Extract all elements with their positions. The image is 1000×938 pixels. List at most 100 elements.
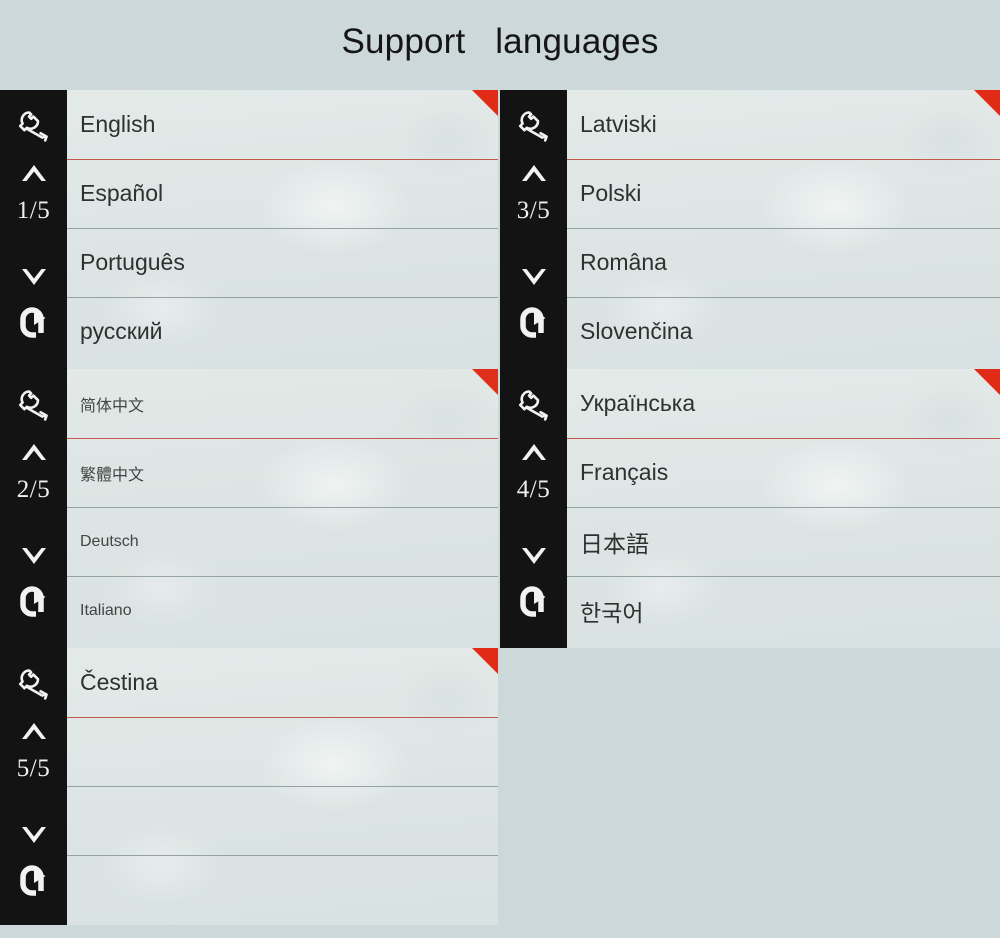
language-row[interactable]: русский: [67, 297, 498, 366]
language-row[interactable]: [67, 786, 498, 855]
chevron-up-icon[interactable]: [0, 714, 67, 748]
page-indicator: 3/5: [516, 197, 551, 224]
row-separator: [67, 786, 498, 787]
language-row[interactable]: Slovenčina: [567, 297, 1000, 366]
language-label: 简体中文: [80, 397, 145, 415]
language-label: Slovenčina: [580, 318, 693, 344]
row-separator: [567, 297, 1000, 298]
corner-flag-icon: [472, 90, 498, 116]
chevron-up-icon[interactable]: [0, 156, 67, 190]
row-separator: [567, 507, 1000, 508]
panel-sidebar: 2/5: [0, 369, 67, 648]
language-label: Polski: [580, 180, 642, 206]
language-row[interactable]: 日本語: [567, 507, 1000, 576]
wrench-icon[interactable]: [0, 100, 67, 152]
corner-flag-icon: [472, 648, 498, 674]
language-label: Français: [580, 459, 669, 485]
corner-flag-icon: [974, 90, 1000, 116]
chevron-up-icon[interactable]: [500, 435, 567, 469]
language-list: Čestina: [67, 648, 498, 925]
chevron-up-icon[interactable]: [0, 435, 67, 469]
active-row-separator: [567, 159, 1000, 160]
return-arrow-icon[interactable]: [500, 298, 567, 348]
panel-sidebar: 3/5: [500, 90, 567, 369]
language-panel-4: 4/5 Українська Français 日本語 한국어: [500, 369, 1000, 648]
language-row[interactable]: Čestina: [67, 648, 498, 717]
page-indicator: 4/5: [516, 476, 551, 503]
return-arrow-icon[interactable]: [0, 298, 67, 348]
language-label: русский: [80, 318, 163, 344]
language-label: English: [80, 111, 156, 137]
active-row-separator: [67, 159, 498, 160]
wrench-icon[interactable]: [0, 379, 67, 431]
row-separator: [67, 855, 498, 856]
panel-sidebar: 1/5: [0, 90, 67, 369]
row-separator: [67, 576, 498, 577]
row-separator: [67, 228, 498, 229]
language-label: Čestina: [80, 669, 158, 695]
language-row[interactable]: Italiano: [67, 576, 498, 645]
wrench-icon[interactable]: [500, 379, 567, 431]
panel-body: Latviski Polski Româna Slovenčina: [567, 90, 1000, 369]
language-label: Português: [80, 249, 185, 275]
panel-sidebar: 4/5: [500, 369, 567, 648]
panel-body: English Español Português русский: [67, 90, 498, 369]
language-row[interactable]: Latviski: [567, 90, 1000, 159]
row-separator: [567, 576, 1000, 577]
wrench-icon[interactable]: [500, 100, 567, 152]
language-label: Deutsch: [80, 532, 139, 550]
page-indicator: 2/5: [16, 476, 51, 503]
language-row[interactable]: Polski: [567, 159, 1000, 228]
language-list: Українська Français 日本語 한국어: [567, 369, 1000, 648]
language-row[interactable]: 繁體中文: [67, 438, 498, 507]
return-arrow-icon[interactable]: [0, 856, 67, 906]
language-label: Italiano: [80, 601, 132, 619]
language-row[interactable]: 한국어: [567, 576, 1000, 645]
chevron-down-icon[interactable]: [0, 818, 67, 852]
language-row[interactable]: Deutsch: [67, 507, 498, 576]
chevron-down-icon[interactable]: [0, 260, 67, 294]
page-title: Support languages: [341, 22, 659, 61]
language-row[interactable]: 简体中文: [67, 369, 498, 438]
language-row[interactable]: Español: [67, 159, 498, 228]
chevron-down-icon[interactable]: [0, 539, 67, 573]
row-separator: [67, 507, 498, 508]
panel-body: 简体中文繁體中文 Deutsch Italiano: [67, 369, 498, 648]
language-row[interactable]: Româna: [567, 228, 1000, 297]
language-label: Latviski: [580, 111, 657, 137]
language-label: 한국어: [580, 599, 644, 626]
panel-sidebar: 5/5: [0, 648, 67, 925]
language-row[interactable]: [67, 717, 498, 786]
corner-flag-icon: [472, 369, 498, 395]
chevron-down-icon[interactable]: [500, 539, 567, 573]
language-row[interactable]: [67, 855, 498, 924]
language-row[interactable]: Português: [67, 228, 498, 297]
chevron-up-icon[interactable]: [500, 156, 567, 190]
language-label: Româna: [580, 249, 667, 275]
active-row-separator: [67, 438, 498, 439]
language-row[interactable]: Українська: [567, 369, 1000, 438]
page-indicator: 1/5: [16, 197, 51, 224]
panel-body: Українська Français 日本語 한국어: [567, 369, 1000, 648]
active-row-separator: [67, 717, 498, 718]
language-panel-2: 2/5 简体中文繁體中文 Deutsch Italiano: [0, 369, 498, 648]
language-row[interactable]: Français: [567, 438, 1000, 507]
language-label: Español: [80, 180, 164, 206]
row-separator: [567, 228, 1000, 229]
language-list: Latviski Polski Româna Slovenčina: [567, 90, 1000, 369]
language-list: English Español Português русский: [67, 90, 498, 369]
panel-body: Čestina: [67, 648, 498, 925]
language-panel-3: 3/5 Latviski Polski Româna Slovenčina: [500, 90, 1000, 369]
return-arrow-icon[interactable]: [500, 577, 567, 627]
return-arrow-icon[interactable]: [0, 577, 67, 627]
language-label: 繁體中文: [80, 466, 145, 484]
language-panel-1: 1/5 English Español Português русский: [0, 90, 498, 369]
language-row[interactable]: English: [67, 90, 498, 159]
row-separator: [67, 297, 498, 298]
page-indicator: 5/5: [16, 755, 51, 782]
chevron-down-icon[interactable]: [500, 260, 567, 294]
language-label: 日本語: [580, 530, 649, 557]
corner-flag-icon: [974, 369, 1000, 395]
language-label: Українська: [580, 390, 696, 416]
wrench-icon[interactable]: [0, 658, 67, 710]
